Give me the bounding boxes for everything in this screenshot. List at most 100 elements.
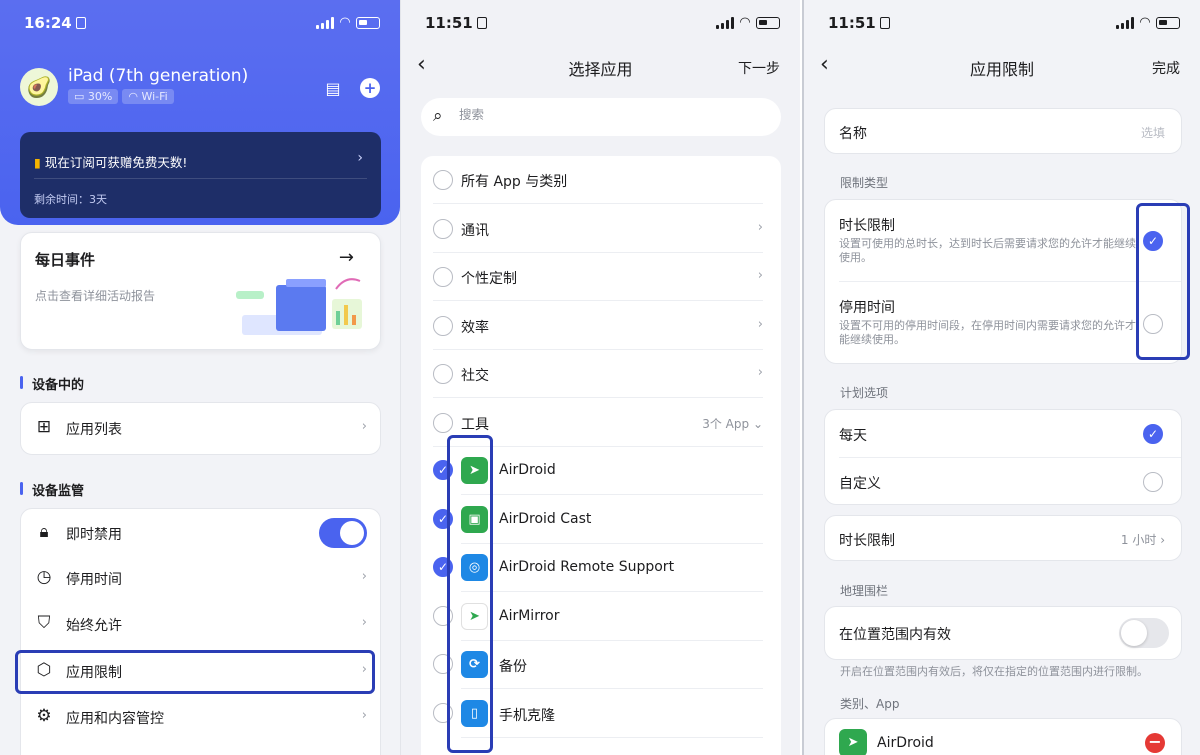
wifi-badge: ◠ Wi-Fi	[122, 89, 174, 104]
done-button[interactable]: 完成	[1152, 58, 1180, 78]
menu-item-content-control[interactable]: ⚙︎ 应用和内容管控 ›	[20, 694, 381, 740]
radio-button[interactable]	[433, 364, 453, 384]
nav-bar: ‹ 选择应用 下一步	[401, 52, 800, 82]
battery-icon	[756, 16, 780, 29]
radio-button[interactable]	[433, 413, 453, 433]
app-checkbox[interactable]: ✓	[433, 460, 453, 480]
limit-type-title: 停用时间	[839, 300, 895, 316]
tools-app-count: 3个 App ⌄	[702, 417, 763, 431]
header-actions: ▤ +	[322, 78, 380, 98]
app-label: 手机克隆	[499, 708, 555, 724]
category-item-all[interactable]: 所有 App 与类别	[433, 156, 763, 204]
chevron-down-icon: ⌄	[752, 417, 763, 431]
name-placeholder: 选填	[1140, 126, 1165, 140]
duration-row[interactable]: 时长限制 1 小时 ›	[824, 515, 1182, 561]
signal-icon	[316, 16, 334, 29]
add-icon[interactable]: +	[360, 78, 380, 98]
search-bar[interactable]: ⌕	[421, 98, 781, 136]
status-bar: 11:51 ◠	[804, 0, 1200, 46]
category-item-personalization[interactable]: 个性定制 ›	[433, 253, 763, 301]
app-checkbox[interactable]	[433, 703, 453, 723]
status-icons: ◠	[316, 15, 380, 30]
plan-label: 计划选项	[840, 386, 889, 400]
category-item-communication[interactable]: 通讯 ›	[433, 205, 763, 253]
status-bar: 11:51 ◠	[401, 0, 800, 46]
status-icons: ◠	[1116, 15, 1180, 30]
app-checkbox[interactable]	[433, 606, 453, 626]
section-monitor-title: 设备监管	[20, 480, 84, 499]
radio-button[interactable]	[433, 170, 453, 190]
airdroid-icon: ➤	[839, 729, 867, 755]
limit-type-duration[interactable]: 时长限制 设置可使用的总时长，达到时长后需要请求您的允许才能继续使用。 ✓	[839, 200, 1181, 282]
plan-radio[interactable]	[1143, 472, 1163, 492]
airdroid-icon: ➤	[461, 457, 488, 484]
limit-type-radio[interactable]: ✓	[1143, 231, 1163, 251]
plan-daily[interactable]: 每天 ✓	[839, 410, 1181, 458]
menu-item-always-allow[interactable]: ⛉ 始终允许 ›	[20, 601, 381, 647]
signal-icon	[716, 16, 734, 29]
battery-icon	[356, 16, 380, 29]
chevron-right-icon: ›	[757, 365, 763, 380]
app-list-row[interactable]: ⊞ 应用列表 ›	[20, 405, 381, 451]
backup-icon: ⟳	[461, 651, 488, 678]
daily-events-title: 每日事件	[35, 251, 96, 269]
category-list: 所有 App 与类别 通讯 › 个性定制 › 效率 › 社交 › 工具 3个 A…	[421, 156, 781, 755]
app-row[interactable]: ◎ AirDroid Remote Support	[461, 544, 763, 592]
menu-item-app-limits[interactable]: ⬡ 应用限制 ›	[20, 648, 381, 694]
app-checkbox[interactable]: ✓	[433, 509, 453, 529]
app-label: 备份	[499, 659, 527, 675]
menu-label: 停用时间	[66, 572, 122, 588]
geofence-toggle[interactable]	[1119, 618, 1169, 648]
plan-radio[interactable]: ✓	[1143, 424, 1163, 444]
radio-button[interactable]	[433, 267, 453, 287]
chevron-right-icon: ›	[361, 615, 367, 630]
chevron-right-icon: ›	[361, 419, 367, 434]
app-row[interactable]: ➤ AirDroid	[461, 447, 763, 495]
limit-type-desc: 设置不可用的停用时间段，在停用时间内需要请求您的允许才能继续使用。	[839, 319, 1136, 346]
app-row[interactable]: ▯ 手机克隆	[461, 690, 763, 738]
limit-type-downtime[interactable]: 停用时间 设置不可用的停用时间段，在停用时间内需要请求您的允许才能继续使用。	[825, 283, 1181, 365]
content-control-icon: ⚙︎	[36, 706, 52, 726]
message-icon[interactable]: ▤	[322, 78, 344, 98]
category-label: 社交	[461, 368, 489, 384]
geofence-row: 在位置范围内有效	[824, 606, 1182, 660]
chevron-right-icon: ›	[757, 268, 763, 283]
limit-type-radio[interactable]	[1143, 314, 1163, 334]
search-icon: ⌕	[433, 106, 443, 126]
page-title: 应用限制	[969, 60, 1034, 79]
status-time: 11:51	[425, 14, 487, 32]
device-name[interactable]: iPad (7th generation)	[68, 66, 248, 86]
app-row[interactable]: ⟳ 备份	[461, 641, 763, 689]
app-row[interactable]: ➤ AirMirror	[461, 593, 763, 641]
chevron-right-icon: ›	[361, 569, 367, 584]
status-bar: 16:24 ◠	[0, 0, 400, 46]
search-input[interactable]	[459, 107, 759, 122]
menu-item-instant-block[interactable]: 🔒︎ 即时禁用	[20, 510, 381, 556]
remove-icon[interactable]: −	[1145, 733, 1165, 753]
battery-icon	[1156, 16, 1180, 29]
menu-item-downtime[interactable]: ◷ 停用时间 ›	[20, 555, 381, 601]
radio-button[interactable]	[433, 316, 453, 336]
status-time: 11:51	[828, 14, 890, 32]
instant-block-toggle[interactable]	[319, 518, 367, 548]
daily-events-card[interactable]: 每日事件 → 点击查看详细活动报告	[20, 232, 381, 350]
category-item-tools[interactable]: 工具 3个 App ⌄	[433, 399, 763, 447]
app-checkbox[interactable]: ✓	[433, 557, 453, 577]
category-label: 工具	[461, 417, 489, 433]
menu-label: 即时禁用	[66, 527, 122, 543]
category-item-productivity[interactable]: 效率 ›	[433, 302, 763, 350]
app-row[interactable]: ▣ AirDroid Cast	[461, 496, 763, 544]
radio-button[interactable]	[433, 219, 453, 239]
plan-custom[interactable]: 自定义	[825, 458, 1181, 506]
app-checkbox[interactable]	[433, 654, 453, 674]
plan-title: 每天	[839, 428, 867, 444]
chevron-right-icon: ›	[757, 220, 763, 235]
airdroid-remote-support-icon: ◎	[461, 554, 488, 581]
menu-label: 始终允许	[66, 618, 122, 634]
category-item-social[interactable]: 社交 ›	[433, 350, 763, 398]
subscription-promo[interactable]: ▮ 现在订阅可获赠免费天数! › 剩余时间：3天	[20, 132, 381, 218]
chevron-right-icon: ›	[357, 150, 363, 166]
device-avatar[interactable]: 🥑	[20, 68, 58, 106]
name-field[interactable]: 名称 选填	[824, 108, 1182, 154]
next-button[interactable]: 下一步	[738, 58, 780, 78]
